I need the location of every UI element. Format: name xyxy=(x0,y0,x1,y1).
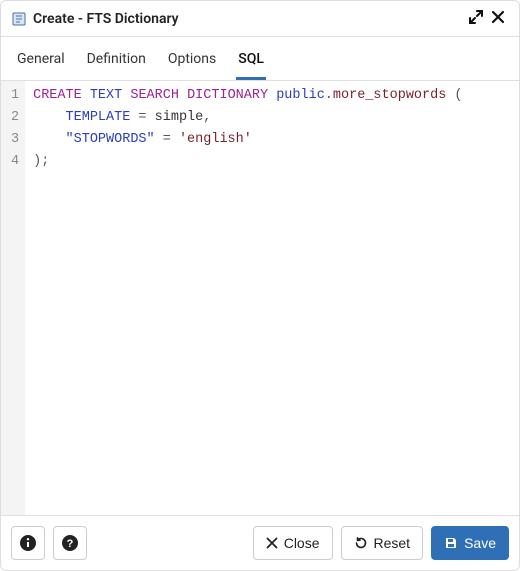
svg-text:?: ? xyxy=(67,538,74,550)
close-icon xyxy=(491,10,505,24)
line-number: 2 xyxy=(11,107,19,129)
help-button[interactable]: ? xyxy=(53,526,87,560)
line-number: 3 xyxy=(11,129,19,151)
line-number: 1 xyxy=(11,85,19,107)
sql-editor[interactable]: 1 2 3 4 CREATE TEXT SEARCH DICTIONARY pu… xyxy=(1,81,519,516)
tab-sql[interactable]: SQL xyxy=(236,45,266,80)
dialog-title-text: Create - FTS Dictionary xyxy=(33,11,179,27)
tab-bar: General Definition Options SQL xyxy=(1,37,519,81)
reset-label: Reset xyxy=(374,535,411,551)
dialog-title: Create - FTS Dictionary xyxy=(11,11,465,27)
expand-button[interactable] xyxy=(465,7,487,30)
reset-button[interactable]: Reset xyxy=(341,526,424,560)
tab-options[interactable]: Options xyxy=(166,45,218,80)
save-icon xyxy=(444,536,458,550)
tab-general[interactable]: General xyxy=(15,45,67,80)
code-line: "STOPWORDS" = 'english' xyxy=(33,129,511,151)
create-fts-dictionary-dialog: Create - FTS Dictionary General Definiti… xyxy=(0,0,520,571)
titlebar: Create - FTS Dictionary xyxy=(1,1,519,37)
close-button[interactable]: Close xyxy=(253,526,333,560)
save-button[interactable]: Save xyxy=(431,526,509,560)
x-icon xyxy=(266,537,278,549)
info-button[interactable] xyxy=(11,526,45,560)
code-line: TEMPLATE = simple, xyxy=(33,107,511,129)
line-number: 4 xyxy=(11,151,19,173)
expand-icon xyxy=(469,10,483,24)
code-line: CREATE TEXT SEARCH DICTIONARY public.mor… xyxy=(33,85,511,107)
close-label: Close xyxy=(284,535,320,551)
dictionary-icon xyxy=(11,11,27,27)
reset-icon xyxy=(354,536,368,550)
line-number-gutter: 1 2 3 4 xyxy=(1,81,25,515)
help-icon: ? xyxy=(61,534,79,552)
code-line: ); xyxy=(33,151,511,173)
dialog-footer: ? Close Reset Save xyxy=(1,516,519,570)
tab-definition[interactable]: Definition xyxy=(85,45,148,80)
save-label: Save xyxy=(464,535,496,551)
info-icon xyxy=(19,534,37,552)
code-area[interactable]: CREATE TEXT SEARCH DICTIONARY public.mor… xyxy=(25,81,519,515)
close-window-button[interactable] xyxy=(487,7,509,30)
